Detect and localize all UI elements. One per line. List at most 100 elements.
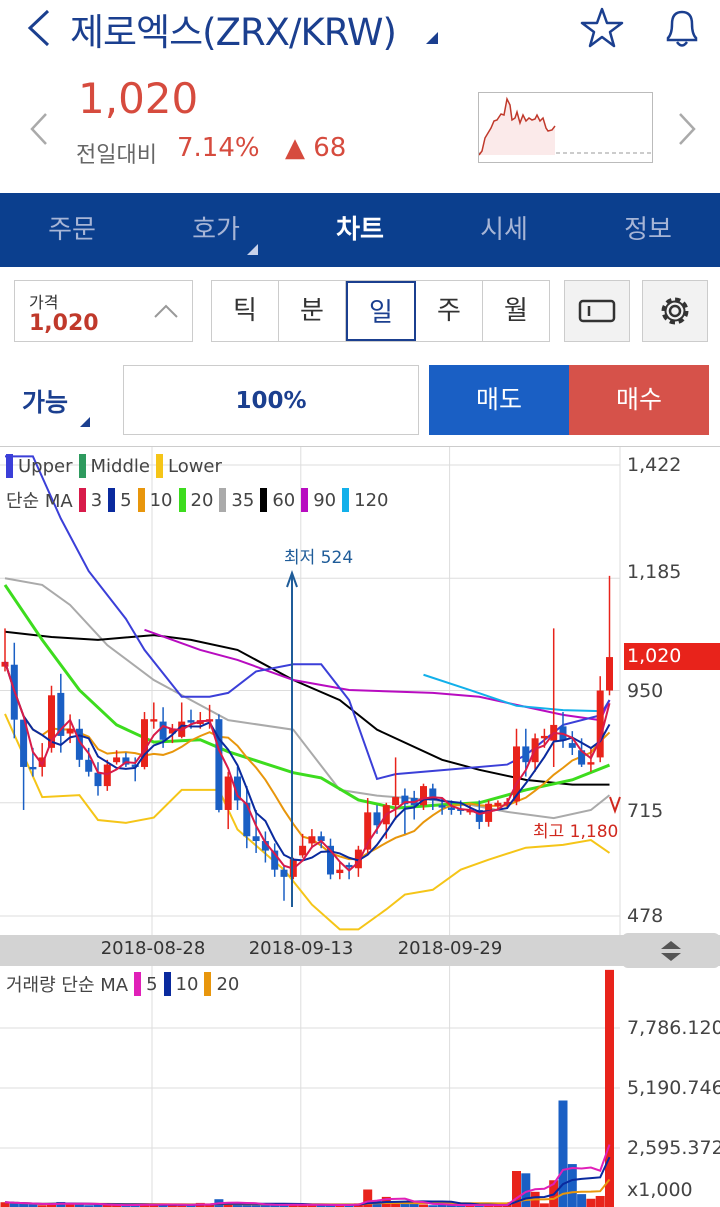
available-select[interactable]: 가능 — [22, 383, 68, 419]
candle-body — [540, 735, 548, 739]
period-minute[interactable]: 분 — [279, 281, 346, 341]
period-month[interactable]: 월 — [483, 281, 549, 341]
current-price: 1,020 — [78, 74, 199, 123]
alert-button[interactable] — [660, 6, 704, 54]
period-tick[interactable]: 틱 — [212, 281, 279, 341]
candle-body — [224, 776, 232, 810]
back-button[interactable] — [24, 8, 54, 52]
tab-quotes[interactable]: 시세 — [432, 193, 576, 267]
tab-label: 시세 — [480, 215, 528, 245]
percent-input[interactable]: 100% — [123, 365, 419, 435]
candle-body — [447, 807, 455, 810]
favorite-button[interactable] — [580, 6, 624, 54]
candle-body — [280, 869, 288, 877]
current-price-tag: 1,020 — [624, 643, 720, 670]
candle-body — [596, 690, 604, 758]
mini-chart[interactable] — [478, 92, 653, 163]
next-coin-button[interactable] — [676, 112, 698, 150]
tab-order[interactable]: 주문 — [0, 193, 144, 267]
legend-swatch — [6, 454, 13, 478]
buy-button[interactable]: 매수 — [569, 365, 709, 435]
volume-bar — [9, 1203, 19, 1207]
candle-body — [85, 759, 93, 772]
legend-label: Lower — [167, 455, 222, 477]
compare-label: 전일대비 — [76, 143, 157, 168]
candle-body — [308, 836, 316, 844]
volume-bar — [595, 1195, 605, 1207]
layout-button[interactable] — [564, 280, 630, 342]
volume-chart[interactable] — [0, 966, 720, 1207]
prev-coin-button[interactable] — [28, 112, 50, 150]
volume-y-tick: 2,595.372 — [627, 1137, 720, 1159]
candle-body — [606, 657, 613, 691]
mini-price-line — [478, 96, 652, 156]
candle-body — [159, 721, 167, 740]
legend-label: Upper — [18, 455, 73, 477]
arrow-down-icon — [609, 796, 621, 814]
title-dropdown-icon[interactable] — [426, 32, 438, 44]
legend-swatch — [204, 972, 212, 996]
price-type-label: 가격 — [29, 293, 59, 312]
legend-label: 60 — [272, 489, 296, 511]
candle-body — [522, 746, 530, 763]
tab-orderbook[interactable]: 호가 — [144, 193, 288, 267]
volume-y-tick: 5,190.746 — [627, 1077, 720, 1099]
tab-label: 차트 — [336, 215, 384, 245]
volume-bar — [577, 1194, 587, 1207]
volume-unit: x1,000 — [627, 1179, 693, 1201]
volume-y-tick: 7,786.120 — [627, 1017, 720, 1039]
x-tick: 2018-09-29 — [397, 938, 503, 959]
candle-body — [438, 805, 446, 808]
x-tick: 2018-08-28 — [100, 938, 206, 959]
price-chart[interactable] — [0, 447, 720, 935]
legend-label: 20 — [216, 973, 240, 995]
period-day[interactable]: 일 — [346, 281, 416, 341]
sell-button[interactable]: 매도 — [429, 365, 569, 435]
legend-swatch — [301, 488, 309, 512]
candle-body — [252, 836, 260, 842]
volume-bar — [605, 969, 614, 1207]
chevron-left-icon — [30, 113, 47, 145]
legend-label: 10 — [149, 489, 173, 511]
legend-swatch — [108, 488, 116, 512]
chevron-right-icon — [679, 113, 696, 145]
low-annotation: 최저 524 — [284, 548, 354, 568]
legend-swatch — [178, 488, 186, 512]
tab-chart[interactable]: 차트 — [288, 193, 432, 267]
candle-body — [66, 728, 74, 734]
coin-title[interactable]: 제로엑스(ZRX/KRW) — [70, 2, 397, 56]
date-axis-bar[interactable]: 2018-08-28 2018-09-13 2018-09-29 — [0, 933, 720, 968]
y-tick: 478 — [627, 905, 664, 927]
bollinger-legend: Upper Middle Lower — [0, 454, 222, 478]
legend-label: 5 — [120, 489, 132, 511]
legend-swatch — [78, 488, 86, 512]
legend-swatch — [155, 454, 163, 478]
legend-label: 10 — [175, 973, 199, 995]
legend-label: Middle — [90, 455, 150, 477]
legend-label: 3 — [90, 489, 103, 511]
volume-bar — [567, 1164, 577, 1207]
settings-button[interactable] — [642, 280, 708, 342]
legend-swatch — [342, 488, 350, 512]
bell-icon — [666, 10, 698, 47]
ma-legend: 단순 MA 3 5 10 20 35 60 90 120 — [6, 487, 388, 513]
volume-label: 거래량 단순 MA — [6, 975, 129, 996]
legend-label: 120 — [354, 489, 389, 511]
high-annotation: 최고 1,180 — [533, 822, 619, 842]
period-week[interactable]: 주 — [416, 281, 483, 341]
price-type-select[interactable]: 가격 1,020 — [14, 280, 193, 342]
star-icon — [580, 7, 624, 48]
dropdown-triangle-icon — [247, 244, 258, 255]
tab-info[interactable]: 정보 — [576, 193, 720, 267]
candle-body — [587, 762, 595, 765]
legend-swatch — [134, 972, 142, 996]
candle-body — [29, 766, 37, 770]
candle-body — [113, 757, 121, 763]
candle-body — [568, 743, 576, 748]
candle-body — [494, 802, 502, 807]
candle-body — [150, 719, 158, 722]
y-tick: 1,185 — [627, 561, 682, 583]
volume-bar — [539, 1203, 549, 1207]
change-percent: 7.14% — [177, 133, 260, 163]
resize-handle[interactable] — [622, 933, 720, 968]
